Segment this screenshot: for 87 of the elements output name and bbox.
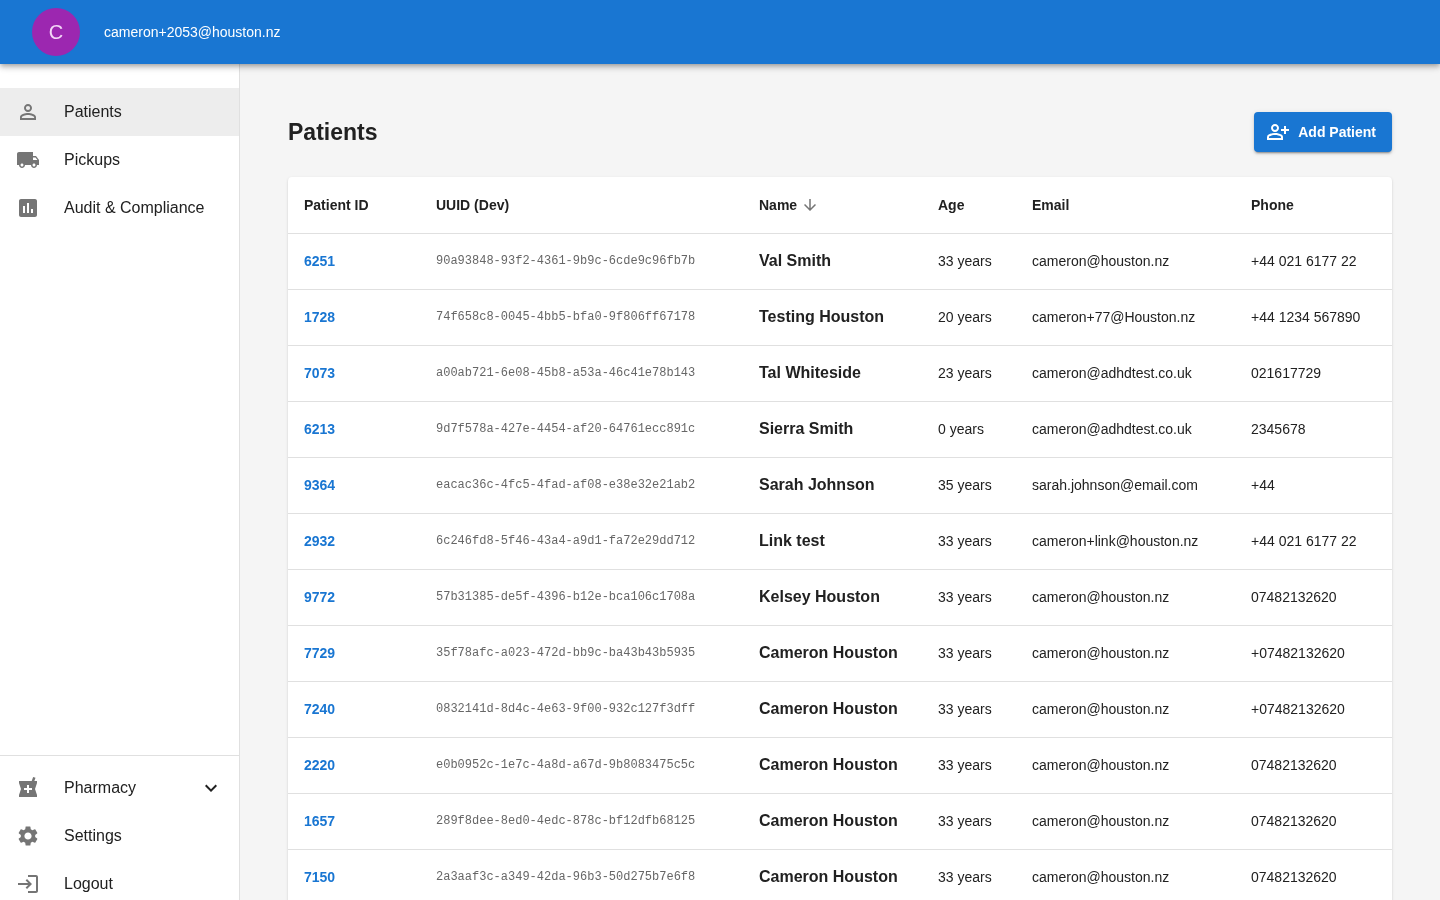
phone-text: 07482132620	[1235, 793, 1392, 849]
age-text: 33 years	[922, 569, 1016, 625]
logout-icon	[16, 872, 40, 896]
email-text: cameron@houston.nz	[1016, 737, 1235, 793]
patient-id-link[interactable]: 7150	[304, 869, 336, 885]
column-header: Patient ID	[288, 177, 420, 233]
email-text: cameron@houston.nz	[1016, 625, 1235, 681]
patient-name: Cameron Houston	[743, 793, 922, 849]
patient-name: Val Smith	[743, 233, 922, 289]
patient-name: Sierra Smith	[743, 401, 922, 457]
uuid-text: 74f658c8-0045-4bb5-bfa0-9f806ff67178	[420, 289, 743, 345]
age-text: 33 years	[922, 681, 1016, 737]
user-email: cameron+2053@houston.nz	[104, 24, 281, 40]
patient-id-link[interactable]: 7240	[304, 701, 336, 717]
patient-id-link[interactable]: 1657	[304, 813, 336, 829]
patient-name: Tal Whiteside	[743, 345, 922, 401]
email-text: cameron@houston.nz	[1016, 233, 1235, 289]
uuid-text: 35f78afc-a023-472d-bb9c-ba43b43b5935	[420, 625, 743, 681]
age-text: 33 years	[922, 233, 1016, 289]
patient-id-link[interactable]: 7729	[304, 645, 336, 661]
phone-text: +44 1234 567890	[1235, 289, 1392, 345]
patient-id-link[interactable]: 2932	[304, 533, 336, 549]
uuid-text: e0b0952c-1e7c-4a8d-a67d-9b8083475c5c	[420, 737, 743, 793]
user-avatar[interactable]: C	[32, 8, 80, 56]
age-text: 33 years	[922, 625, 1016, 681]
email-text: cameron@houston.nz	[1016, 569, 1235, 625]
phone-text: +07482132620	[1235, 681, 1392, 737]
age-text: 33 years	[922, 849, 1016, 900]
patient-id-link[interactable]: 6213	[304, 421, 336, 437]
phone-text: +44 021 6177 22	[1235, 513, 1392, 569]
patient-name: Testing Houston	[743, 289, 922, 345]
email-text: cameron@adhdtest.co.uk	[1016, 345, 1235, 401]
email-text: cameron+77@Houston.nz	[1016, 289, 1235, 345]
age-text: 20 years	[922, 289, 1016, 345]
patient-name: Cameron Houston	[743, 681, 922, 737]
sidebar-item[interactable]: Patients	[0, 88, 239, 136]
sortable-column-header[interactable]: Name	[759, 195, 820, 214]
patient-id-link[interactable]: 9772	[304, 589, 336, 605]
email-text: sarah.johnson@email.com	[1016, 457, 1235, 513]
uuid-text: 2a3aaf3c-a349-42da-96b3-50d275b7e6f8	[420, 849, 743, 900]
column-header: Phone	[1235, 177, 1392, 233]
email-text: cameron@houston.nz	[1016, 681, 1235, 737]
patient-id-link[interactable]: 9364	[304, 477, 336, 493]
email-text: cameron@houston.nz	[1016, 849, 1235, 900]
phone-text: 07482132620	[1235, 569, 1392, 625]
patient-id-link[interactable]: 6251	[304, 253, 336, 269]
add-patient-button[interactable]: Add Patient	[1254, 112, 1392, 152]
column-header: UUID (Dev)	[420, 177, 743, 233]
phone-text: +44 021 6177 22	[1235, 233, 1392, 289]
age-text: 33 years	[922, 793, 1016, 849]
email-text: cameron@adhdtest.co.uk	[1016, 401, 1235, 457]
patient-name: Link test	[743, 513, 922, 569]
uuid-text: 90a93848-93f2-4361-9b9c-6cde9c96fb7b	[420, 233, 743, 289]
age-text: 23 years	[922, 345, 1016, 401]
patient-id-link[interactable]: 1728	[304, 309, 336, 325]
uuid-text: eacac36c-4fc5-4fad-af08-e38e32e21ab2	[420, 457, 743, 513]
patient-name: Cameron Houston	[743, 737, 922, 793]
age-text: 0 years	[922, 401, 1016, 457]
patient-name: Cameron Houston	[743, 625, 922, 681]
patient-name: Kelsey Houston	[743, 569, 922, 625]
column-header: Email	[1016, 177, 1235, 233]
phone-text: +44	[1235, 457, 1392, 513]
phone-text: 021617729	[1235, 345, 1392, 401]
phone-text: 2345678	[1235, 401, 1392, 457]
age-text: 33 years	[922, 737, 1016, 793]
pharmacy-icon	[16, 776, 40, 800]
age-text: 33 years	[922, 513, 1016, 569]
patient-id-link[interactable]: 7073	[304, 365, 336, 381]
age-text: 35 years	[922, 457, 1016, 513]
settings-icon	[16, 824, 40, 848]
page-title: Patients	[288, 118, 378, 146]
patient-id-link[interactable]: 2220	[304, 757, 336, 773]
email-text: cameron@houston.nz	[1016, 793, 1235, 849]
uuid-text: 0832141d-8d4c-4e63-9f00-932c127f3dff	[420, 681, 743, 737]
phone-text: +07482132620	[1235, 625, 1392, 681]
phone-text: 07482132620	[1235, 849, 1392, 900]
uuid-text: 9d7f578a-427e-4454-af20-64761ecc891c	[420, 401, 743, 457]
uuid-text: 57b31385-de5f-4396-b12e-bca106c1708a	[420, 569, 743, 625]
uuid-text: 289f8dee-8ed0-4edc-878c-bf12dfb68125	[420, 793, 743, 849]
uuid-text: a00ab721-6e08-45b8-a53a-46c41e78b143	[420, 345, 743, 401]
phone-text: 07482132620	[1235, 737, 1392, 793]
email-text: cameron+link@houston.nz	[1016, 513, 1235, 569]
bar-chart-icon	[16, 196, 40, 220]
uuid-text: 6c246fd8-5f46-43a4-a9d1-fa72e29dd712	[420, 513, 743, 569]
patient-name: Sarah Johnson	[743, 457, 922, 513]
column-header: Age	[922, 177, 1016, 233]
patient-name: Cameron Houston	[743, 849, 922, 900]
